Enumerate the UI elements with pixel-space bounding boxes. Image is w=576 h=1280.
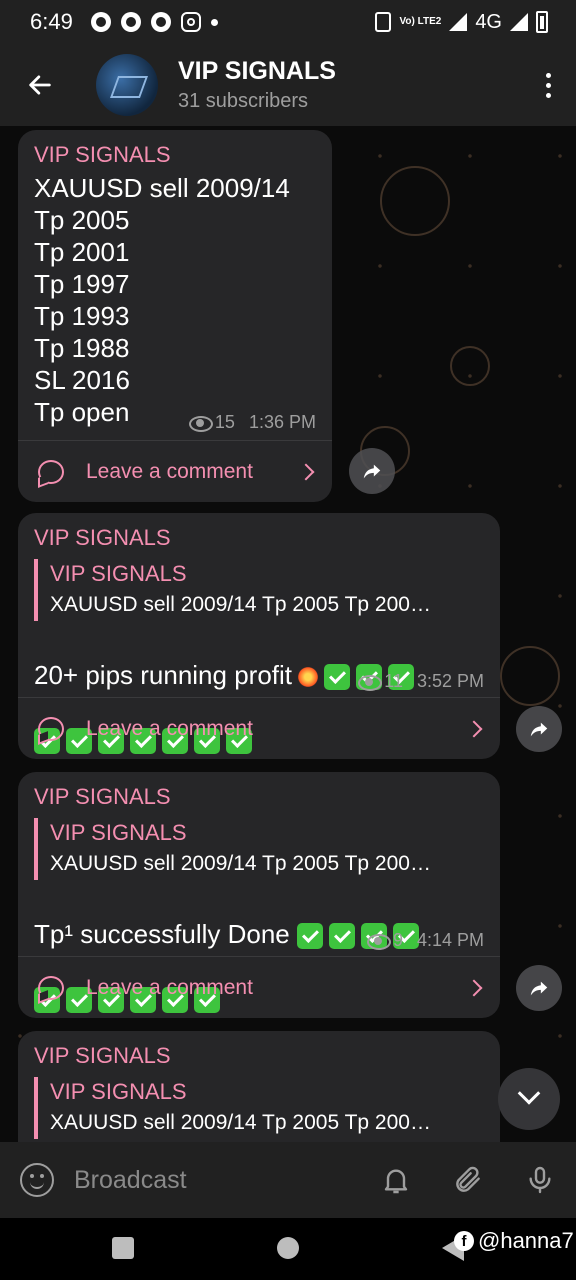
reply-author: VIP SIGNALS [50,1079,187,1104]
status-time: 6:49 [30,9,73,34]
message-meta: 9 4:14 PM [367,930,484,951]
message-text: 20+ pips running profit [34,660,293,690]
chat-header: VIP SIGNALS 31 subscribers [0,44,576,126]
wallpaper-doodle [500,646,560,706]
reply-text: XAUUSD sell 2009/14 Tp 2005 Tp 200… [50,852,431,875]
share-arrow-icon [363,464,381,479]
facebook-icon: f [454,1231,474,1251]
more-notifications-icon [210,18,218,26]
share-button[interactable] [516,706,562,752]
view-count: 11 [384,671,403,691]
message-meta: 11 3:52 PM [358,671,484,692]
comment-bubble-icon [38,459,64,484]
message-author: VIP SIGNALS [34,1043,171,1068]
chevron-right-icon [465,979,483,996]
vibrate-icon [375,12,392,32]
collision-emoji-icon [296,665,321,690]
message-text: Tp¹ successfully Done [34,919,290,949]
telegram-notification-icon [150,12,171,32]
message-time: 4:14 PM [416,930,484,950]
reply-author: VIP SIGNALS [50,561,187,586]
subscriber-count: 31 subscribers [178,90,309,112]
more-vertical-icon[interactable] [520,44,576,126]
status-bar: 6:49 Vo) LTE2 4G [0,0,576,44]
leave-comment-button[interactable]: Leave a comment [18,956,500,1018]
message-meta: 15 1:36 PM [189,412,316,433]
attach-paperclip-icon[interactable] [452,1164,484,1196]
views-eye-icon [367,934,389,948]
share-arrow-icon [530,722,548,737]
b-notification-icon [120,12,141,32]
home-button[interactable] [277,1237,299,1259]
share-arrow-icon [530,981,548,996]
view-count: 15 [214,412,235,432]
message-bubble[interactable]: VIP SIGNALS VIP SIGNALS XAUUSD sell 2009… [18,772,500,1018]
message-author: VIP SIGNALS [34,784,171,809]
comment-bubble-icon [38,975,64,1000]
views-eye-icon [358,675,380,689]
message-bubble[interactable]: VIP SIGNALS VIP SIGNALS XAUUSD sell 2009… [18,513,500,759]
watermark: f @hanna7 [454,1228,574,1254]
chevron-down-icon [517,1082,541,1105]
channel-avatar[interactable] [96,54,158,116]
back-button[interactable] [0,44,80,126]
reply-quote[interactable]: VIP SIGNALS XAUUSD sell 2009/14 Tp 2005 … [34,559,484,621]
comment-label: Leave a comment [86,459,253,483]
views-eye-icon [189,416,211,430]
leave-comment-button[interactable]: Leave a comment [18,697,500,759]
wallpaper-doodle [380,166,450,236]
reply-text: XAUUSD sell 2009/14 Tp 2005 Tp 200… [50,1111,431,1134]
wallpaper-doodle [450,346,490,386]
chevron-right-icon [465,720,483,737]
check-emoji-icon [324,664,351,691]
scroll-to-bottom-button[interactable] [498,1068,560,1130]
watermark-text: @hanna7 [478,1228,574,1253]
telegram-notification-icon [90,12,111,32]
message-bubble[interactable]: VIP SIGNALS XAUUSD sell 2009/14 Tp 2005 … [18,130,332,502]
microphone-icon[interactable] [524,1164,556,1196]
reply-text: XAUUSD sell 2009/14 Tp 2005 Tp 200… [50,593,431,616]
channel-info[interactable]: VIP SIGNALS 31 subscribers [178,57,336,113]
channel-title: VIP SIGNALS [178,57,336,85]
reply-quote[interactable]: VIP SIGNALS XAUUSD sell 2009/14 Tp 2005 … [34,1077,484,1139]
broadcast-input-bar: Broadcast [0,1142,576,1218]
emoji-icon[interactable] [20,1163,54,1197]
comment-label: Leave a comment [86,716,253,740]
signal-icon [510,13,528,31]
view-count: 9 [392,930,403,950]
battery-icon [536,11,548,33]
broadcast-input[interactable]: Broadcast [74,1166,187,1195]
instagram-notification-icon [180,12,201,32]
message-time: 1:36 PM [248,412,316,432]
leave-comment-button[interactable]: Leave a comment [18,440,332,502]
message-author: VIP SIGNALS [34,525,171,550]
message-text: XAUUSD sell 2009/14 Tp 2005 Tp 2001 Tp 1… [34,173,290,427]
share-button[interactable] [349,448,395,494]
volte-indicator: Vo) LTE2 [399,16,442,27]
check-emoji-icon [329,923,355,950]
recents-button[interactable] [112,1237,134,1259]
comment-label: Leave a comment [86,975,253,999]
message-time: 3:52 PM [416,671,484,691]
message-bubble[interactable]: VIP SIGNALS VIP SIGNALS XAUUSD sell 2009… [18,1031,500,1142]
network-type: 4G [475,10,502,33]
reply-quote[interactable]: VIP SIGNALS XAUUSD sell 2009/14 Tp 2005 … [34,818,484,880]
bell-icon[interactable] [380,1164,412,1196]
back-arrow-icon [29,75,51,95]
chevron-right-icon [297,463,315,480]
reply-author: VIP SIGNALS [50,820,187,845]
check-emoji-icon [297,923,323,950]
chat-area[interactable]: VIP SIGNALS XAUUSD sell 2009/14 Tp 2005 … [0,126,576,1142]
message-author: VIP SIGNALS [34,142,171,167]
comment-bubble-icon [38,716,64,741]
share-button[interactable] [516,965,562,1011]
signal-icon [449,13,468,31]
